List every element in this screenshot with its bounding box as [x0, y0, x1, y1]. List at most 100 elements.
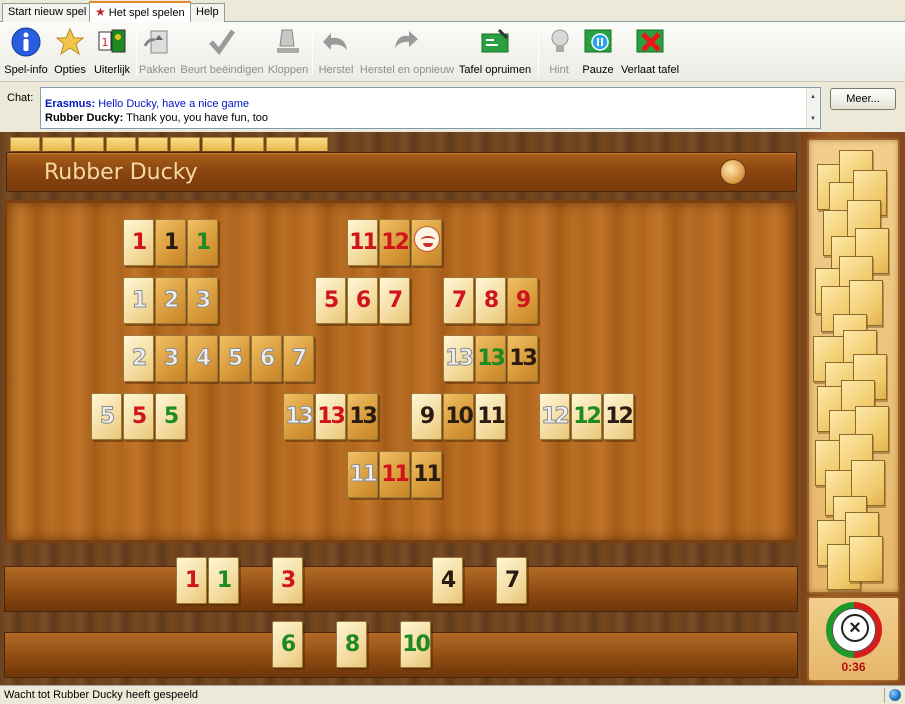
tile[interactable]: 13 — [315, 393, 346, 440]
tile[interactable]: 11 — [379, 451, 410, 498]
tile-number: 3 — [195, 288, 211, 314]
tile[interactable]: 5 — [123, 393, 154, 440]
clean-table-button[interactable]: Tafel opruimen — [457, 24, 533, 80]
tile[interactable]: 9 — [507, 277, 538, 324]
player-rack-bottom[interactable]: 6 8 10 — [4, 621, 798, 678]
tile-number: 1 — [131, 288, 147, 314]
tile[interactable]: 12 — [539, 393, 570, 440]
tab-label: Het spel spelen — [108, 7, 185, 19]
tile[interactable]: 8 — [475, 277, 506, 324]
tile[interactable]: 10 — [443, 393, 474, 440]
tile[interactable]: 11 — [475, 393, 506, 440]
chat-scrollbar[interactable]: ▲ ▼ — [806, 88, 820, 128]
tile[interactable]: 3 — [187, 277, 218, 324]
table-board[interactable]: 1 1 1 11 12 1 2 3 5 6 7 7 8 9 2 3 4 5 6 7 13 13 13 5 5 5 13 13 13 9 10… — [4, 200, 798, 543]
tile-number: 7 — [387, 288, 403, 313]
appearance-button[interactable]: 1 Uiterlijk — [92, 24, 132, 80]
tab-start-new-game[interactable]: Start nieuw spel — [2, 3, 93, 22]
tile[interactable]: 13 — [283, 393, 314, 440]
turn-timer: × 0:36 — [807, 596, 900, 682]
tile[interactable]: 6 — [251, 335, 282, 382]
tile[interactable]: 5 — [315, 277, 346, 324]
tile-number: 5 — [99, 404, 115, 430]
info-icon — [11, 27, 41, 57]
tile[interactable]: 10 — [400, 621, 431, 668]
tab-help[interactable]: Help — [190, 3, 225, 22]
tile[interactable]: 6 — [347, 277, 378, 324]
tile-number: 12 — [573, 404, 602, 429]
tile[interactable]: 11 — [411, 451, 442, 498]
tile[interactable]: 2 — [123, 335, 154, 382]
tile-number: 11 — [381, 462, 410, 487]
tile[interactable]: 8 — [336, 621, 367, 668]
player-rack-top[interactable]: 11 3 4 7 — [4, 557, 798, 612]
tile-number: 13 — [317, 404, 346, 429]
tile[interactable]: 3 — [155, 335, 186, 382]
tile[interactable]: 5 — [219, 335, 250, 382]
clock-icon: × — [841, 614, 869, 642]
knock-button[interactable]: Kloppen — [267, 24, 309, 80]
tile[interactable]: 1 — [155, 219, 186, 266]
tile[interactable]: 13 — [443, 335, 474, 382]
tile-number: 7 — [291, 346, 307, 372]
scroll-up-icon[interactable]: ▲ — [810, 90, 816, 104]
tab-label: Start nieuw spel — [8, 6, 87, 18]
opponent-tile-back — [106, 137, 136, 151]
tile-number: 10 — [445, 404, 474, 429]
tile[interactable]: 12 — [571, 393, 602, 440]
tile[interactable]: 2 — [155, 277, 186, 324]
undo-button[interactable]: Herstel — [316, 24, 356, 80]
joker-face-icon — [413, 226, 440, 252]
tile[interactable]: 5 — [91, 393, 122, 440]
game-info-button[interactable]: Spel-info — [4, 24, 48, 80]
tile[interactable]: 1 — [176, 557, 207, 604]
tile[interactable]: 1 — [187, 219, 218, 266]
tile[interactable]: 9 — [411, 393, 442, 440]
joker-tile[interactable] — [411, 219, 442, 266]
tile[interactable]: 1 — [123, 277, 154, 324]
end-turn-button[interactable]: Beurt beëindigen — [180, 24, 264, 80]
tile[interactable]: 7 — [443, 277, 474, 324]
tile-number: 13 — [285, 404, 315, 430]
leave-table-button[interactable]: Verlaat tafel — [619, 24, 681, 80]
tile[interactable]: 5 — [155, 393, 186, 440]
tile-pool[interactable] — [807, 138, 900, 594]
tile-number: 2 — [163, 288, 179, 314]
pause-button[interactable]: Pauze — [580, 24, 616, 80]
tile[interactable]: 4 — [187, 335, 218, 382]
draw-button[interactable]: Pakken — [139, 24, 176, 80]
tile[interactable]: 1 — [123, 219, 154, 266]
tile-number: 10 — [402, 632, 431, 657]
tile[interactable]: 7 — [496, 557, 527, 604]
tab-label: Help — [196, 6, 219, 18]
tile[interactable]: 13 — [507, 335, 538, 382]
checkmark-icon — [209, 29, 236, 56]
undo-redo-button[interactable]: Herstel en opnieuw — [359, 24, 455, 80]
tile[interactable]: 7 — [379, 277, 410, 324]
tile[interactable]: 4 — [432, 557, 463, 604]
tile[interactable]: 13 — [475, 335, 506, 382]
tab-play-game[interactable]: ★ Het spel spelen — [89, 1, 191, 23]
chat-log[interactable]: Erasmus: Hello Ducky, have a nice game R… — [40, 87, 821, 129]
tile[interactable]: 1 — [208, 557, 239, 604]
hint-button[interactable]: Hint — [544, 24, 574, 80]
tile[interactable]: 11 — [347, 219, 378, 266]
tile[interactable]: 6 — [272, 621, 303, 668]
tile-number: 1 — [184, 568, 200, 593]
tile[interactable]: 3 — [272, 557, 303, 604]
opponent-tile-back — [266, 137, 296, 151]
tile[interactable]: 13 — [347, 393, 378, 440]
tile[interactable]: 11 — [347, 451, 378, 498]
chat-text: Thank you, you have fun, too — [123, 112, 268, 124]
tile[interactable]: 12 — [379, 219, 410, 266]
options-button[interactable]: Opties — [52, 24, 88, 80]
tile-number: 3 — [163, 346, 179, 372]
star-wand-icon — [55, 27, 85, 56]
tile[interactable]: 7 — [283, 335, 314, 382]
scroll-down-icon[interactable]: ▼ — [810, 112, 816, 126]
more-button[interactable]: Meer... — [830, 88, 896, 110]
tile[interactable]: 12 — [603, 393, 634, 440]
opponent-tile-back — [10, 137, 40, 151]
tile-number: 11 — [413, 462, 442, 487]
tile-number: 9 — [515, 288, 531, 313]
